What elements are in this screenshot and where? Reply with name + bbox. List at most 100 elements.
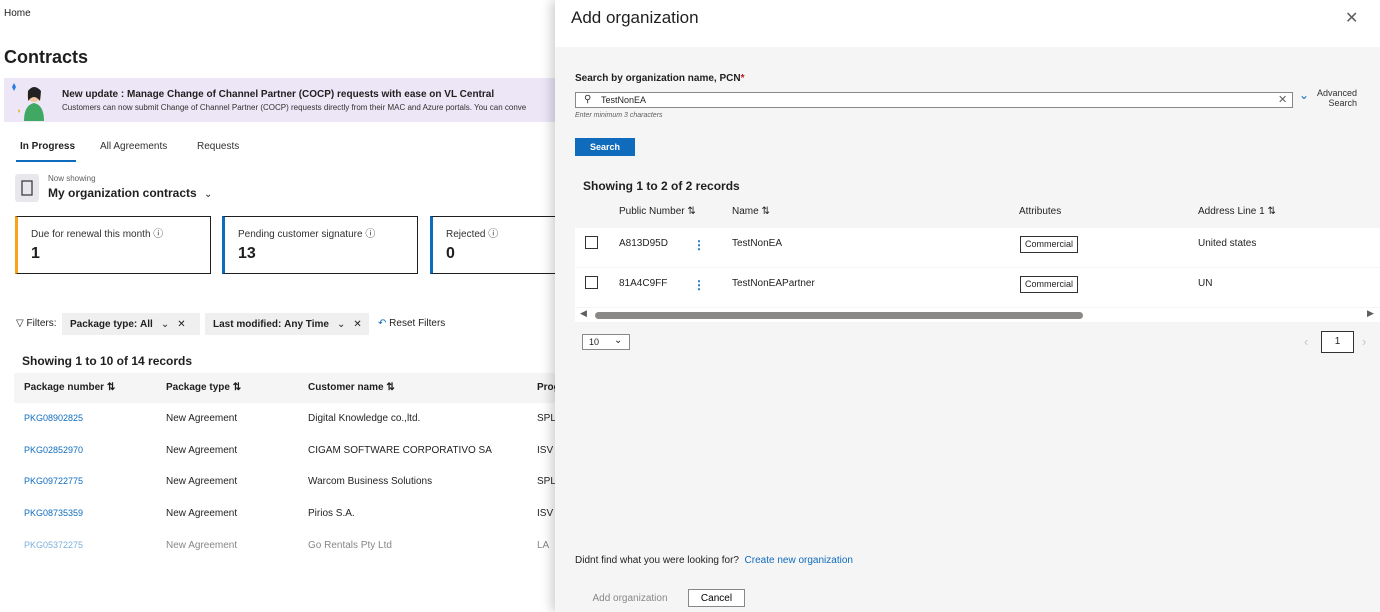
card-label: Rejected [446,229,486,240]
sort-icon: ⇅ [761,206,770,217]
attribute-badge: Commercial [1020,236,1079,253]
tab-in-progress[interactable]: In Progress [20,141,75,152]
panel-body [555,47,1380,612]
program-cell: ISV [537,445,554,456]
package-type-cell: New Agreement [166,445,238,456]
more-options-icon[interactable]: ⋮ [693,238,705,252]
last-modified-filter[interactable]: Last modified: Any Time ⌄ ✕ [205,313,369,335]
page-size-select[interactable]: 10 ⌄ [582,334,630,350]
filters-label: ▽ Filters: [16,318,56,329]
advanced-search-toggle[interactable]: ⌄ Advanced Search [1299,88,1357,108]
document-icon [15,174,39,202]
reset-filters-button[interactable]: ↶ Reset Filters [378,318,445,329]
scrollbar-thumb[interactable] [595,312,1083,319]
column-package-type[interactable]: Package type ⇅ [166,382,241,393]
not-found-text: Didnt find what you were looking for? [575,555,739,566]
row-checkbox[interactable] [585,276,598,289]
card-value: 1 [31,245,40,262]
more-options-icon[interactable]: ⋮ [693,278,705,292]
filter-name: Package type: [70,318,138,330]
banner-illustration-icon [12,83,44,121]
organization-search-input[interactable]: ⚲ TestNonEA ✕ [575,92,1293,108]
package-number-link[interactable]: PKG05372275 [24,540,83,550]
table-row: A813D95D ⋮ TestNonEA Commercial United s… [575,228,1380,267]
column-address[interactable]: Address Line 1 ⇅ [1198,206,1276,217]
package-type-filter[interactable]: Package type: All ⌄ ✕ [62,313,200,335]
search-button[interactable]: Search [575,138,635,156]
page-size-value: 10 [589,337,600,347]
now-showing-label: Now showing [48,174,96,183]
name-cell: TestNonEA [732,238,783,249]
column-label: Package number [24,382,105,393]
search-label-text: Search by organization name, PCN [575,73,741,84]
tab-all-agreements[interactable]: All Agreements [100,141,167,152]
clear-filter-icon[interactable]: ✕ [177,319,185,330]
not-found-message: Didnt find what you were looking for? Cr… [575,555,853,566]
attribute-badge: Commercial [1020,276,1079,293]
search-input-value: TestNonEA [601,95,647,105]
cancel-button[interactable]: Cancel [688,589,745,607]
column-label: Customer name [308,382,384,393]
package-number-link[interactable]: PKG08735359 [24,508,83,518]
customer-name-cell: Warcom Business Solutions [308,476,433,487]
column-public-number[interactable]: Public Number ⇅ [619,206,696,217]
filter-icon: ▽ [16,318,24,329]
search-hint: Enter minimum 3 characters [575,112,663,119]
package-number-link[interactable]: PKG09722775 [24,476,83,486]
page-number-input[interactable]: 1 [1321,331,1354,353]
address-cell: UN [1198,278,1213,289]
package-number-link[interactable]: PKG02852970 [24,445,83,455]
clear-search-icon[interactable]: ✕ [1278,93,1287,106]
address-cell: United states [1198,238,1257,249]
column-package-number[interactable]: Package number ⇅ [24,382,115,393]
card-rejected[interactable]: Rejected ⓘ 0 [430,216,570,274]
public-number-cell: 81A4C9FF [619,278,668,289]
breadcrumb-home[interactable]: Home [4,8,31,19]
package-type-cell: New Agreement [166,540,238,551]
chevron-down-icon: ⌄ [1299,88,1310,102]
add-organization-panel: Add organization ✕ Search by organizatio… [555,0,1380,612]
announcement-banner: New update : Manage Change of Channel Pa… [4,78,564,122]
records-count: Showing 1 to 10 of 14 records [22,354,193,368]
banner-text: Customers can now submit Change of Chann… [62,103,527,112]
close-icon[interactable]: ✕ [1345,8,1358,28]
chevron-down-icon: ⌄ [614,335,623,346]
customer-name-cell: Go Rentals Pty Ltd [308,540,392,551]
create-organization-link[interactable]: Create new organization [745,555,853,566]
panel-title: Add organization [571,8,699,27]
card-value: 13 [238,245,256,262]
card-value: 0 [446,245,455,262]
search-icon: ⚲ [584,94,592,105]
view-selector-value: My organization contracts [48,186,197,200]
page-title: Contracts [4,47,89,67]
sort-icon: ⇅ [232,382,242,393]
next-page-icon[interactable]: › [1362,334,1366,349]
advanced-label-2: Search [1328,98,1358,108]
column-label: Package type [166,382,230,393]
info-icon: ⓘ [488,229,499,240]
card-due-renewal[interactable]: Due for renewal this month ⓘ 1 [15,216,211,274]
banner-title: New update : Manage Change of Channel Pa… [62,89,495,100]
filter-name: Last modified: [213,318,282,330]
sort-icon: ⇅ [687,206,696,217]
previous-page-icon[interactable]: ‹ [1304,334,1308,349]
package-number-link[interactable]: PKG08902825 [24,413,83,423]
tab-requests[interactable]: Requests [197,141,239,152]
scroll-left-icon[interactable]: ◀ [580,308,587,319]
column-name[interactable]: Name ⇅ [732,206,770,217]
customer-name-cell: CIGAM SOFTWARE CORPORATIVO SA [308,445,492,456]
add-organization-button[interactable]: Add organization [575,589,685,607]
clear-filter-icon[interactable]: ✕ [353,319,361,330]
view-selector[interactable]: My organization contracts ⌄ [48,186,212,200]
column-customer-name[interactable]: Customer name ⇅ [308,382,395,393]
filter-value: Any Time [284,318,329,330]
chevron-down-icon: ⌄ [336,318,346,330]
scroll-right-icon[interactable]: ▶ [1367,308,1374,319]
row-checkbox[interactable] [585,236,598,249]
card-pending-signature[interactable]: Pending customer signature ⓘ 13 [222,216,418,274]
package-type-cell: New Agreement [166,413,238,424]
search-label: Search by organization name, PCN* [575,73,745,84]
name-cell: TestNonEAPartner [732,278,815,289]
info-icon: ⓘ [365,229,376,240]
column-label: Name [732,206,759,217]
